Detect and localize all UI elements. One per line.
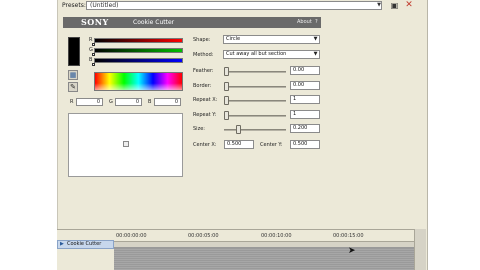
feather-slider-thumb[interactable] — [224, 67, 229, 76]
repeat-y-slider-thumb[interactable] — [224, 111, 229, 120]
center-y-label: Center Y: — [260, 142, 283, 148]
presets-label: Presets: — [62, 2, 86, 9]
method-dropdown[interactable]: Cut away all but section — [223, 50, 320, 59]
repeat-x-value-field[interactable]: 1 — [290, 95, 320, 104]
color-swatch[interactable] — [68, 37, 80, 66]
border-slider-thumb[interactable] — [224, 82, 229, 91]
plugin-title: Cookie Cutter — [133, 19, 175, 26]
feather-label: Feather: — [193, 68, 214, 74]
size-value-field[interactable]: 0.200 — [290, 124, 320, 133]
timecode-1: 00:00:05:00 — [188, 233, 219, 239]
b-field-label: B — [148, 99, 152, 105]
green-slider[interactable] — [94, 48, 183, 53]
timeline-track-label: Cookie Cutter — [67, 241, 102, 247]
left-gutter — [0, 0, 57, 270]
palette-icon[interactable]: ▦ — [68, 70, 78, 80]
repeat-x-slider-thumb[interactable] — [224, 96, 229, 105]
method-label: Method: — [193, 52, 214, 58]
center-handle[interactable] — [123, 141, 129, 147]
repeat-x-label: Repeat X: — [193, 97, 218, 103]
repeat-y-label: Repeat Y: — [193, 112, 217, 118]
repeat-y-value-field[interactable]: 1 — [290, 110, 320, 119]
green-slider-thumb[interactable] — [92, 53, 95, 56]
red-slider[interactable] — [94, 38, 183, 43]
r-value-field[interactable]: 0 — [76, 98, 103, 106]
feather-value-field[interactable]: 0.00 — [290, 66, 320, 75]
size-slider-thumb[interactable] — [236, 125, 241, 134]
timeline-track-header — [57, 229, 114, 270]
save-icon[interactable]: ▣ — [390, 1, 399, 10]
timecode-2: 00:00:10:00 — [261, 233, 292, 239]
help-icon[interactable]: ? — [315, 17, 318, 28]
size-label: Size: — [193, 126, 205, 132]
sony-logo: SONY — [81, 17, 109, 27]
timecode-3: 00:00:15:00 — [333, 233, 364, 239]
border-label: Border: — [193, 83, 212, 89]
chevron-down-icon[interactable]: ▼ — [312, 36, 319, 43]
close-icon[interactable]: ✕ — [404, 0, 414, 10]
r-field-label: R — [70, 99, 74, 105]
shape-dropdown[interactable]: Circle — [223, 35, 320, 44]
presets-dropdown[interactable]: (Untitled) — [86, 1, 382, 10]
g-value-field[interactable]: 0 — [115, 98, 142, 106]
timeline-keyframe-row[interactable] — [114, 242, 414, 248]
size-slider-track[interactable] — [224, 129, 286, 131]
border-value-field[interactable]: 0.00 — [290, 81, 320, 90]
b-value-field[interactable]: 0 — [154, 98, 181, 106]
chevron-down-icon[interactable]: ▼ — [312, 51, 319, 58]
center-x-label: Center X: — [193, 142, 217, 148]
blue-slider[interactable] — [94, 58, 183, 63]
shape-label: Shape: — [193, 37, 211, 43]
right-gutter — [428, 0, 480, 270]
color-spectrum[interactable] — [94, 72, 183, 91]
timeline-scrollbar[interactable] — [414, 229, 426, 270]
chevron-down-icon[interactable]: ▼ — [376, 2, 382, 9]
blue-slider-thumb[interactable] — [92, 63, 95, 66]
red-slider-thumb[interactable] — [92, 43, 95, 46]
about-link[interactable]: About — [297, 17, 312, 28]
expand-arrow-icon[interactable]: ▶ — [60, 241, 64, 248]
repeat-x-slider-track[interactable] — [224, 100, 286, 102]
center-x-field[interactable]: 0.500 — [224, 140, 254, 149]
timecode-0: 00:00:00:00 — [116, 233, 147, 239]
center-y-field[interactable]: 0.500 — [290, 140, 320, 149]
mouse-cursor-icon: ➤ — [348, 246, 356, 256]
feather-slider-track[interactable] — [224, 71, 286, 73]
eyedropper-icon[interactable]: ✎ — [68, 82, 78, 92]
g-field-label: G — [109, 99, 113, 105]
border-slider-track[interactable] — [224, 86, 286, 88]
repeat-y-slider-track[interactable] — [224, 115, 286, 117]
